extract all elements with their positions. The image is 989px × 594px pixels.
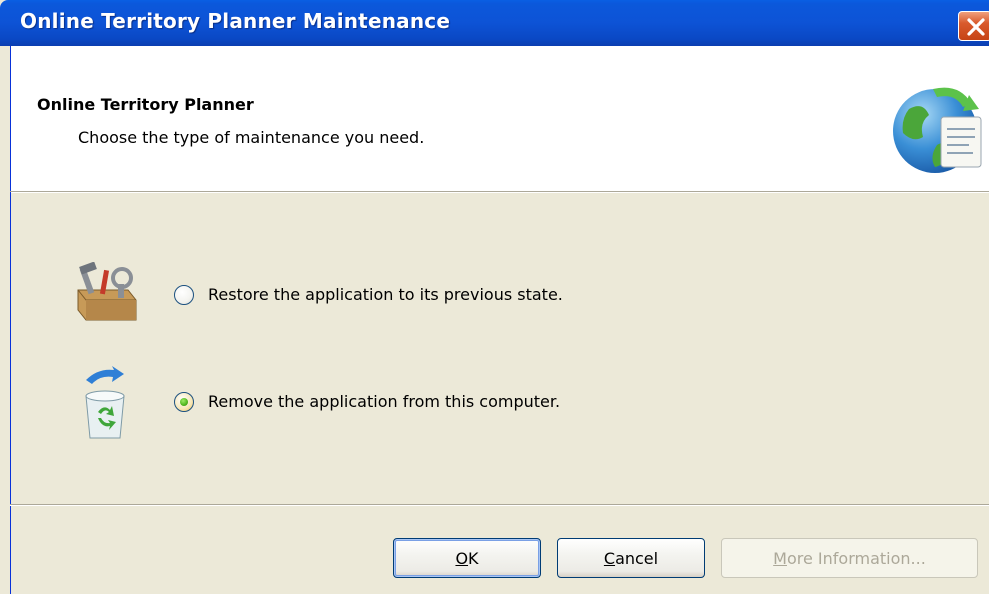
toolbox-icon (77, 262, 137, 321)
more-info-label: ore Information... (786, 548, 926, 568)
close-button[interactable] (958, 11, 989, 41)
cancel-label: ancel (615, 548, 659, 568)
footer-divider-highlight (10, 505, 989, 506)
ok-accel: O (455, 548, 469, 568)
ok-button[interactable]: OK (393, 538, 541, 578)
recycle-bin-icon (85, 366, 125, 439)
more-info-accel: M (773, 548, 787, 568)
dialog-header: Online Territory Planner Choose the type… (10, 46, 989, 191)
remove-radio[interactable] (174, 392, 194, 412)
header-subtitle: Choose the type of maintenance you need. (78, 128, 425, 147)
restore-radio[interactable] (174, 285, 194, 305)
radio-selected-dot (180, 398, 188, 406)
more-information-button[interactable]: More Information... (721, 538, 978, 578)
globe-document-icon (893, 87, 982, 173)
header-divider-highlight (10, 192, 989, 193)
header-title: Online Territory Planner (37, 95, 254, 114)
cancel-accel: C (603, 548, 616, 568)
cancel-button[interactable]: Cancel (557, 538, 705, 578)
ok-label: K (468, 548, 479, 568)
title-bar[interactable]: Online Territory Planner Maintenance (0, 0, 989, 46)
close-icon (967, 18, 985, 36)
remove-option-label[interactable]: Remove the application from this compute… (208, 392, 560, 411)
window-left-border (10, 192, 11, 594)
restore-option-label[interactable]: Restore the application to its previous … (208, 285, 563, 304)
window-title: Online Territory Planner Maintenance (20, 9, 451, 33)
